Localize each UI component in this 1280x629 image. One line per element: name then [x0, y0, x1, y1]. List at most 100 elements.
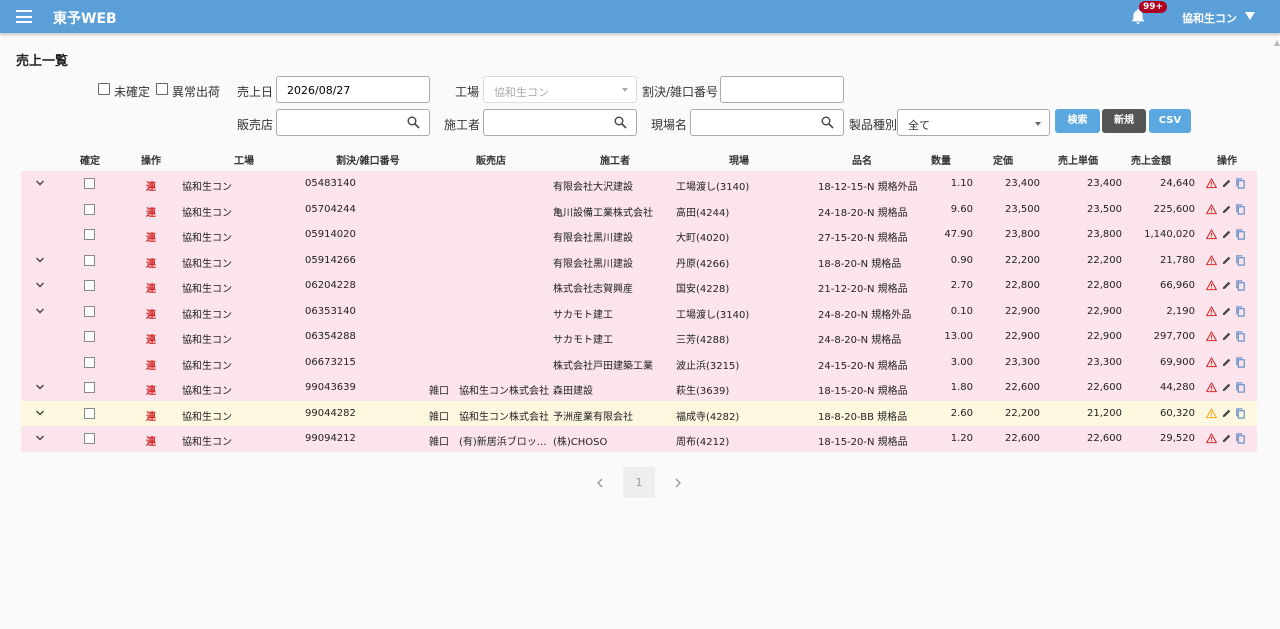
page-1-button[interactable]: 1	[623, 467, 655, 498]
confirm-checkbox[interactable]	[84, 203, 95, 215]
copy-icon[interactable]	[1235, 356, 1246, 368]
table-row[interactable]: 連 協和生コン 99044282 雑口 協和生コン株式会社 予洲産業有限会社 福成寺(428…	[21, 400, 1257, 426]
factory-select[interactable]: 協和生コン	[483, 76, 637, 103]
list-price-cell: 22,200	[1005, 254, 1040, 266]
copy-icon[interactable]	[1235, 407, 1246, 419]
edit-pencil-icon[interactable]	[1221, 229, 1232, 240]
builder-label: 施工者	[444, 118, 481, 132]
warning-icon[interactable]	[1206, 356, 1217, 368]
csv-button[interactable]: CSV	[1149, 109, 1191, 133]
warning-icon[interactable]	[1206, 331, 1217, 342]
confirm-checkbox[interactable]	[84, 280, 95, 291]
copy-icon[interactable]	[1235, 382, 1246, 393]
ticket-field[interactable]	[720, 76, 844, 103]
chevron-left-icon[interactable]	[596, 478, 604, 488]
expand-chevron-icon[interactable]	[35, 382, 45, 392]
ren-link[interactable]: 連	[146, 331, 156, 346]
expand-chevron-icon[interactable]	[35, 178, 45, 188]
confirm-checkbox[interactable]	[84, 407, 95, 419]
copy-icon[interactable]	[1235, 331, 1246, 342]
confirm-checkbox[interactable]	[84, 229, 95, 240]
table-row[interactable]: 連協和生コン 05483140 有限会社大沢建設 工場渡し(3140) 18-12-15…	[21, 171, 1257, 197]
sale-date-input[interactable]	[287, 84, 419, 97]
ren-link[interactable]: 連	[146, 408, 156, 423]
site-search-field[interactable]	[690, 109, 844, 136]
ren-link[interactable]: 連	[146, 382, 156, 397]
warning-icon[interactable]	[1206, 305, 1217, 317]
search-icon[interactable]	[407, 116, 420, 129]
expand-chevron-icon[interactable]	[35, 433, 45, 443]
expand-chevron-icon[interactable]	[35, 306, 45, 316]
expand-chevron-icon[interactable]	[35, 255, 45, 265]
copy-icon[interactable]	[1235, 305, 1246, 317]
ren-link[interactable]: 連	[146, 357, 156, 372]
confirm-checkbox[interactable]	[84, 254, 95, 266]
sale-date-field[interactable]	[276, 76, 430, 103]
user-name[interactable]: 協和生コン	[1182, 10, 1237, 26]
ren-link[interactable]: 連	[146, 229, 156, 244]
expand-chevron-icon[interactable]	[35, 280, 45, 290]
search-icon[interactable]	[821, 116, 834, 129]
edit-pencil-icon[interactable]	[1221, 382, 1232, 393]
new-button[interactable]: 新規	[1102, 109, 1146, 133]
table-row[interactable]: 連協和生コン 05704244 亀川設備工業株式会社 高田(4244) 24-18-20…	[21, 196, 1257, 222]
confirm-checkbox[interactable]	[84, 305, 95, 317]
edit-pencil-icon[interactable]	[1221, 408, 1232, 419]
table-row[interactable]: 連 協和生コン 06354288 サカモト建工 三芳(4288) 24-8-20-N 規格…	[21, 324, 1257, 350]
warning-icon[interactable]	[1206, 433, 1217, 444]
ticket-input[interactable]	[731, 84, 833, 97]
ren-link[interactable]: 連	[146, 204, 156, 219]
ren-link[interactable]: 連	[146, 433, 156, 448]
expand-chevron-icon[interactable]	[35, 408, 45, 418]
copy-icon[interactable]	[1235, 433, 1246, 444]
warning-icon[interactable]	[1206, 229, 1217, 240]
scroll-up-icon[interactable]	[1274, 40, 1280, 46]
abnormal-checkbox[interactable]	[156, 83, 168, 95]
copy-icon[interactable]	[1235, 254, 1246, 266]
table-row[interactable]: 連協和生コン 05914020 有限会社黒川建設 大町(4020) 27-15-20-N…	[21, 222, 1257, 248]
ren-link[interactable]: 連	[146, 280, 156, 295]
chevron-right-icon[interactable]	[674, 478, 682, 488]
warning-icon[interactable]	[1206, 382, 1217, 393]
edit-pencil-icon[interactable]	[1221, 255, 1232, 266]
menu-icon[interactable]	[16, 10, 32, 23]
ren-link[interactable]: 連	[146, 306, 156, 321]
copy-icon[interactable]	[1235, 280, 1246, 291]
table-row[interactable]: 連協和生コン 06673215 株式会社戸田建築工業 波止浜(3215) 24-15-2…	[21, 349, 1257, 375]
table-row[interactable]: 連 協和生コン 99094212 雑口 (有)新居浜ブロッ… (株)CHOSO 周布(421…	[21, 426, 1257, 452]
table-row[interactable]: 連 協和生コン 05914266 有限会社黒川建設 丹原(4266) 18-8-20-N …	[21, 247, 1257, 273]
table-row[interactable]: 連協和生コン 06204228 株式会社志賀興産 国安(4228) 21-12-20-N…	[21, 273, 1257, 299]
warning-icon[interactable]	[1206, 254, 1217, 266]
confirm-checkbox[interactable]	[84, 382, 95, 393]
edit-pencil-icon[interactable]	[1221, 433, 1232, 444]
edit-pencil-icon[interactable]	[1221, 331, 1232, 342]
edit-pencil-icon[interactable]	[1221, 204, 1232, 215]
confirm-checkbox[interactable]	[84, 433, 95, 444]
user-menu-caret-icon[interactable]	[1245, 12, 1255, 20]
copy-icon[interactable]	[1235, 229, 1246, 240]
builder-search-field[interactable]	[483, 109, 637, 136]
factory-select-value: 協和生コン	[494, 86, 549, 99]
edit-pencil-icon[interactable]	[1221, 280, 1232, 291]
warning-icon[interactable]	[1206, 407, 1217, 419]
confirm-checkbox[interactable]	[84, 356, 95, 368]
confirm-checkbox[interactable]	[84, 331, 95, 342]
warning-icon[interactable]	[1206, 203, 1217, 215]
edit-pencil-icon[interactable]	[1221, 306, 1232, 317]
confirm-checkbox[interactable]	[84, 178, 95, 189]
ren-link[interactable]: 連	[146, 255, 156, 270]
warning-icon[interactable]	[1206, 280, 1217, 291]
warning-icon[interactable]	[1206, 178, 1217, 189]
edit-pencil-icon[interactable]	[1221, 178, 1232, 189]
copy-icon[interactable]	[1235, 203, 1246, 215]
unconfirmed-checkbox[interactable]	[98, 83, 110, 95]
table-row[interactable]: 連協和生コン 06353140 サカモト建工 工場渡し(3140) 24-8-20-N …	[21, 298, 1257, 324]
search-button[interactable]: 検索	[1055, 109, 1100, 133]
ren-link[interactable]: 連	[146, 178, 156, 193]
copy-icon[interactable]	[1235, 178, 1246, 189]
table-row[interactable]: 連協和生コン 99043639 雑口 協和生コン株式会社 森田建設 萩生(3639) 18-…	[21, 375, 1257, 401]
product-type-select[interactable]: 全て	[897, 109, 1050, 136]
edit-pencil-icon[interactable]	[1221, 357, 1232, 368]
search-icon[interactable]	[614, 116, 627, 129]
dealer-search-field[interactable]	[276, 109, 430, 136]
